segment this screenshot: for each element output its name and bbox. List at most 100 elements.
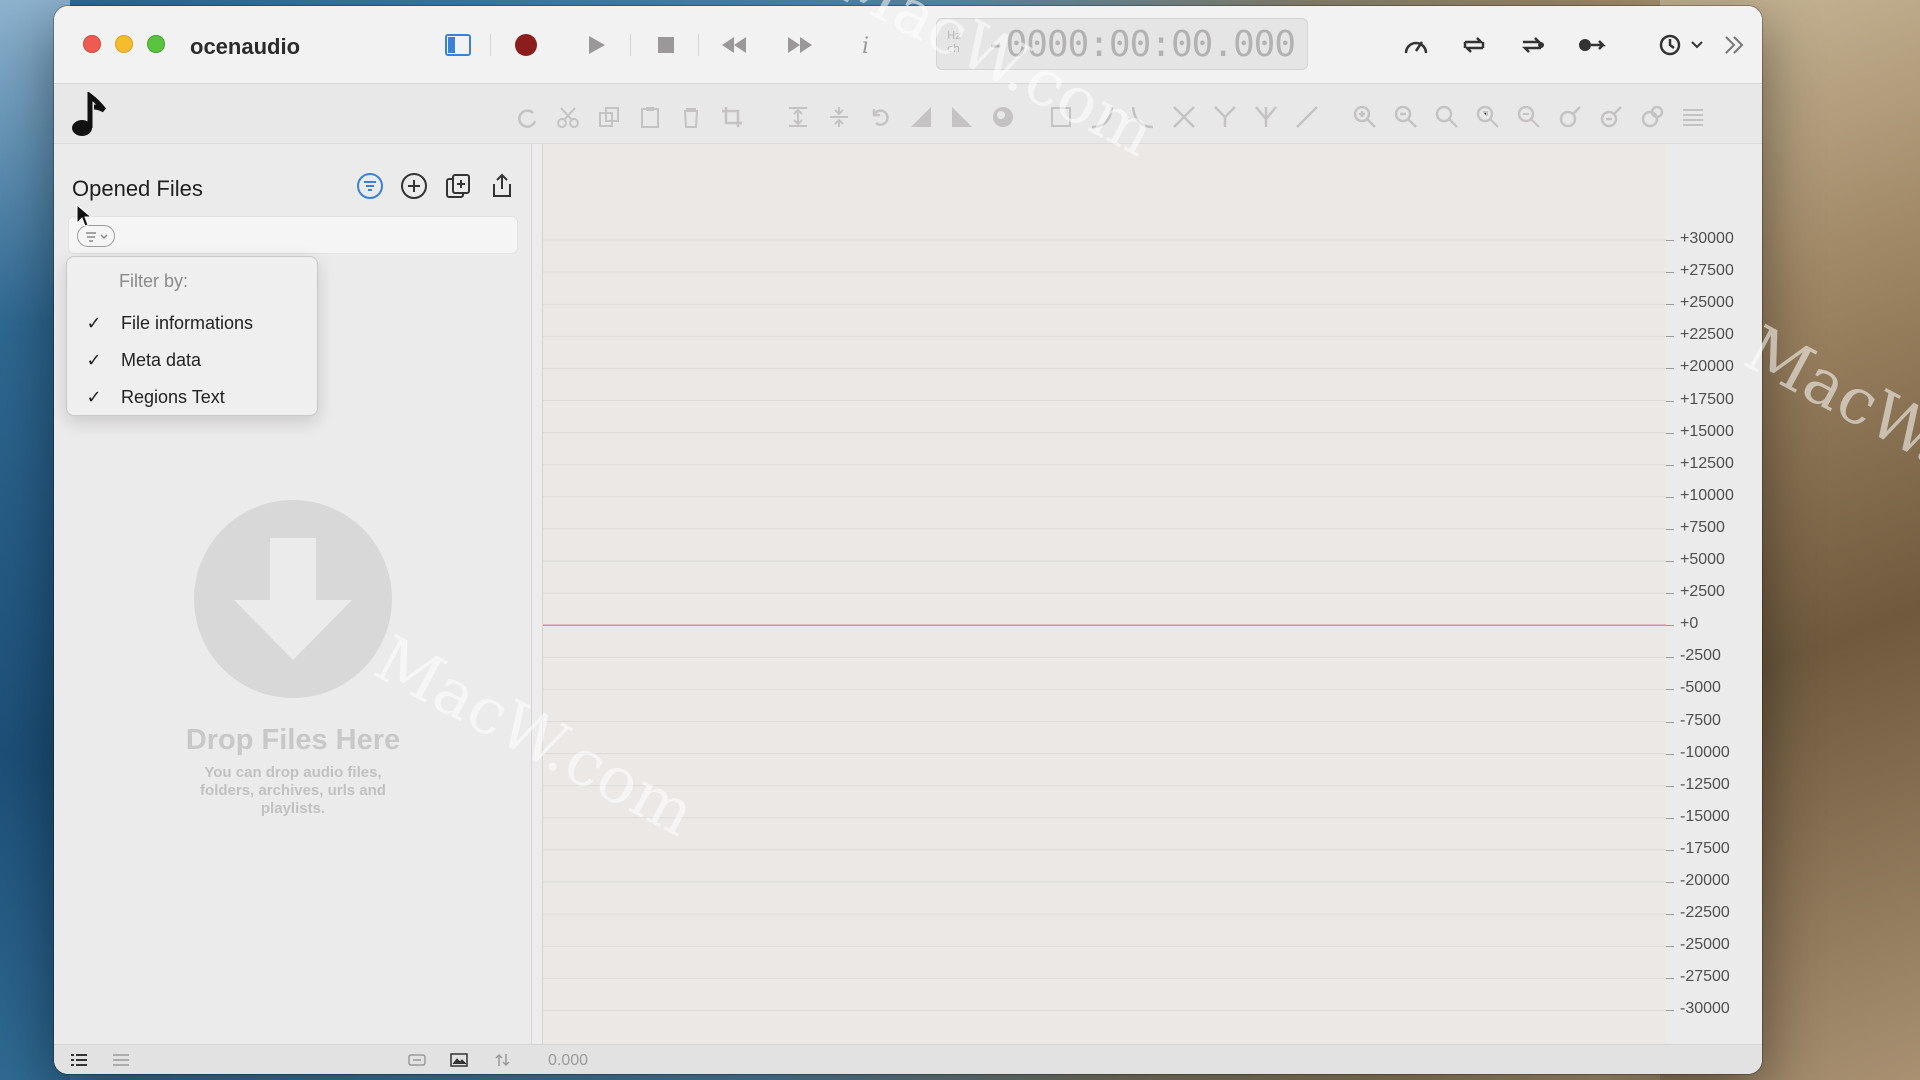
zoom-fit-icon[interactable]	[1432, 102, 1462, 132]
scale-label: +22500	[1680, 326, 1734, 344]
scale-tick	[1666, 785, 1674, 787]
reverse-icon[interactable]	[865, 102, 895, 132]
scale-label: -30000	[1680, 1000, 1730, 1018]
rewind-icon	[722, 37, 746, 53]
scale-tick	[1666, 304, 1674, 306]
window-controls	[83, 35, 165, 53]
crop-icon[interactable]	[717, 102, 747, 132]
status-time: 0.000	[548, 1052, 589, 1069]
fast-forward-icon	[788, 37, 812, 53]
compress-icon[interactable]	[824, 102, 854, 132]
scale-tick	[1666, 946, 1674, 948]
time-display: Hz ch -0000:00:00.000	[936, 18, 1308, 70]
list-icon[interactable]	[70, 1053, 88, 1067]
stop-button[interactable]	[646, 28, 686, 62]
app-logo-icon	[70, 90, 112, 138]
crossfade-icon[interactable]	[1169, 102, 1199, 132]
info-button[interactable]: i	[846, 28, 886, 62]
image-icon[interactable]	[450, 1053, 468, 1067]
fade-in-icon[interactable]	[906, 102, 936, 132]
zoom-all-icon[interactable]	[1514, 102, 1544, 132]
play-button[interactable]	[576, 28, 616, 62]
time-readout: -0000:00:00.000	[984, 23, 1296, 65]
scale-label: -12500	[1680, 775, 1730, 793]
zoom-in-icon[interactable]	[1350, 102, 1380, 132]
filter-menu-header: Filter by:	[119, 271, 189, 291]
playhead-follow-button[interactable]	[1572, 28, 1612, 62]
scale-label: +10000	[1680, 486, 1734, 504]
loop-icon	[1463, 37, 1485, 53]
history-button[interactable]	[1652, 28, 1714, 62]
edit-toolbar	[54, 84, 1762, 144]
edit-tools	[512, 102, 1708, 132]
more-toolbar-button[interactable]	[1714, 28, 1754, 62]
close-window-button[interactable]	[83, 35, 101, 53]
filter-option-label: File informations	[121, 312, 254, 333]
loop-region-icon	[1521, 37, 1544, 53]
region-link-icon[interactable]	[1637, 102, 1667, 132]
download-arrow-icon	[194, 500, 392, 698]
scale-tick	[1666, 561, 1674, 562]
scale-tick	[1666, 849, 1674, 851]
rewind-button[interactable]	[714, 28, 754, 62]
scale-label: -25000	[1680, 936, 1730, 954]
delete-icon[interactable]	[676, 102, 706, 132]
chevron-double-right-icon	[1725, 36, 1744, 54]
silence-icon[interactable]	[1046, 102, 1076, 132]
scale-tick	[1666, 1010, 1674, 1012]
amplitude-scale: +30000 +27500 +25000 +22500 +20000 +17500 +150…	[1666, 144, 1762, 1044]
merge-icon[interactable]	[1251, 102, 1281, 132]
sort-icon[interactable]	[494, 1053, 512, 1067]
scale-tick	[1666, 978, 1674, 980]
record-button[interactable]	[506, 28, 546, 62]
sidebar-icon	[445, 34, 471, 56]
scale-tick	[1666, 528, 1674, 530]
app-title: ocenaudio	[190, 34, 301, 59]
opened-files-panel: Opened Files Drop Files Here You can dro…	[54, 144, 532, 1044]
loop-button[interactable]	[1454, 28, 1494, 62]
zoom-out-icon[interactable]	[1391, 102, 1421, 132]
curve-in-icon[interactable]	[1087, 102, 1117, 132]
marker-remove-icon[interactable]	[1596, 102, 1626, 132]
lines-icon[interactable]	[112, 1053, 130, 1067]
sidebar-toggle-button[interactable]	[438, 28, 478, 62]
split-icon[interactable]	[1210, 102, 1240, 132]
curve-out-icon[interactable]	[1128, 102, 1158, 132]
drop-subtitle: You can drop audio files, folders, archi…	[200, 764, 386, 817]
speed-button[interactable]	[1396, 28, 1436, 62]
zoom-selection-icon[interactable]	[1473, 102, 1503, 132]
scale-label: -7500	[1680, 711, 1721, 729]
scale-tick	[1666, 914, 1674, 916]
fade-out-icon[interactable]	[947, 102, 977, 132]
effects-icon[interactable]	[988, 102, 1018, 132]
waveform-area[interactable]	[542, 144, 1666, 1044]
redo-icon[interactable]	[512, 102, 542, 132]
filter-option-file-informations[interactable]: ✓ File informations	[67, 305, 317, 341]
scale-tick	[1666, 272, 1674, 274]
copy-icon[interactable]	[594, 102, 624, 132]
waveform-grid	[543, 239, 1666, 1011]
scale-label: -15000	[1680, 807, 1730, 825]
scale-label: +7500	[1680, 518, 1725, 536]
loop-region-button[interactable]	[1512, 28, 1552, 62]
expand-icon[interactable]	[783, 102, 813, 132]
fast-forward-button[interactable]	[780, 28, 820, 62]
scale-label: +27500	[1680, 262, 1734, 280]
history-icon	[1659, 34, 1703, 56]
region-icon[interactable]	[408, 1053, 426, 1067]
maximize-window-button[interactable]	[147, 35, 165, 53]
scale-label: +2500	[1680, 583, 1725, 601]
list-view-icon[interactable]	[1678, 102, 1708, 132]
scale-tick	[1666, 753, 1674, 755]
paste-icon[interactable]	[635, 102, 665, 132]
minimize-window-button[interactable]	[115, 35, 133, 53]
line-icon[interactable]	[1292, 102, 1322, 132]
filter-option-regions-text[interactable]: ✓ Regions Text	[67, 379, 317, 415]
marker-add-icon[interactable]	[1555, 102, 1585, 132]
scale-label: +20000	[1680, 358, 1734, 376]
cut-icon[interactable]	[553, 102, 583, 132]
scale-tick	[1666, 689, 1674, 691]
filter-option-meta-data[interactable]: ✓ Meta data	[67, 342, 317, 378]
play-icon	[589, 36, 605, 54]
scale-label: +15000	[1680, 422, 1734, 440]
